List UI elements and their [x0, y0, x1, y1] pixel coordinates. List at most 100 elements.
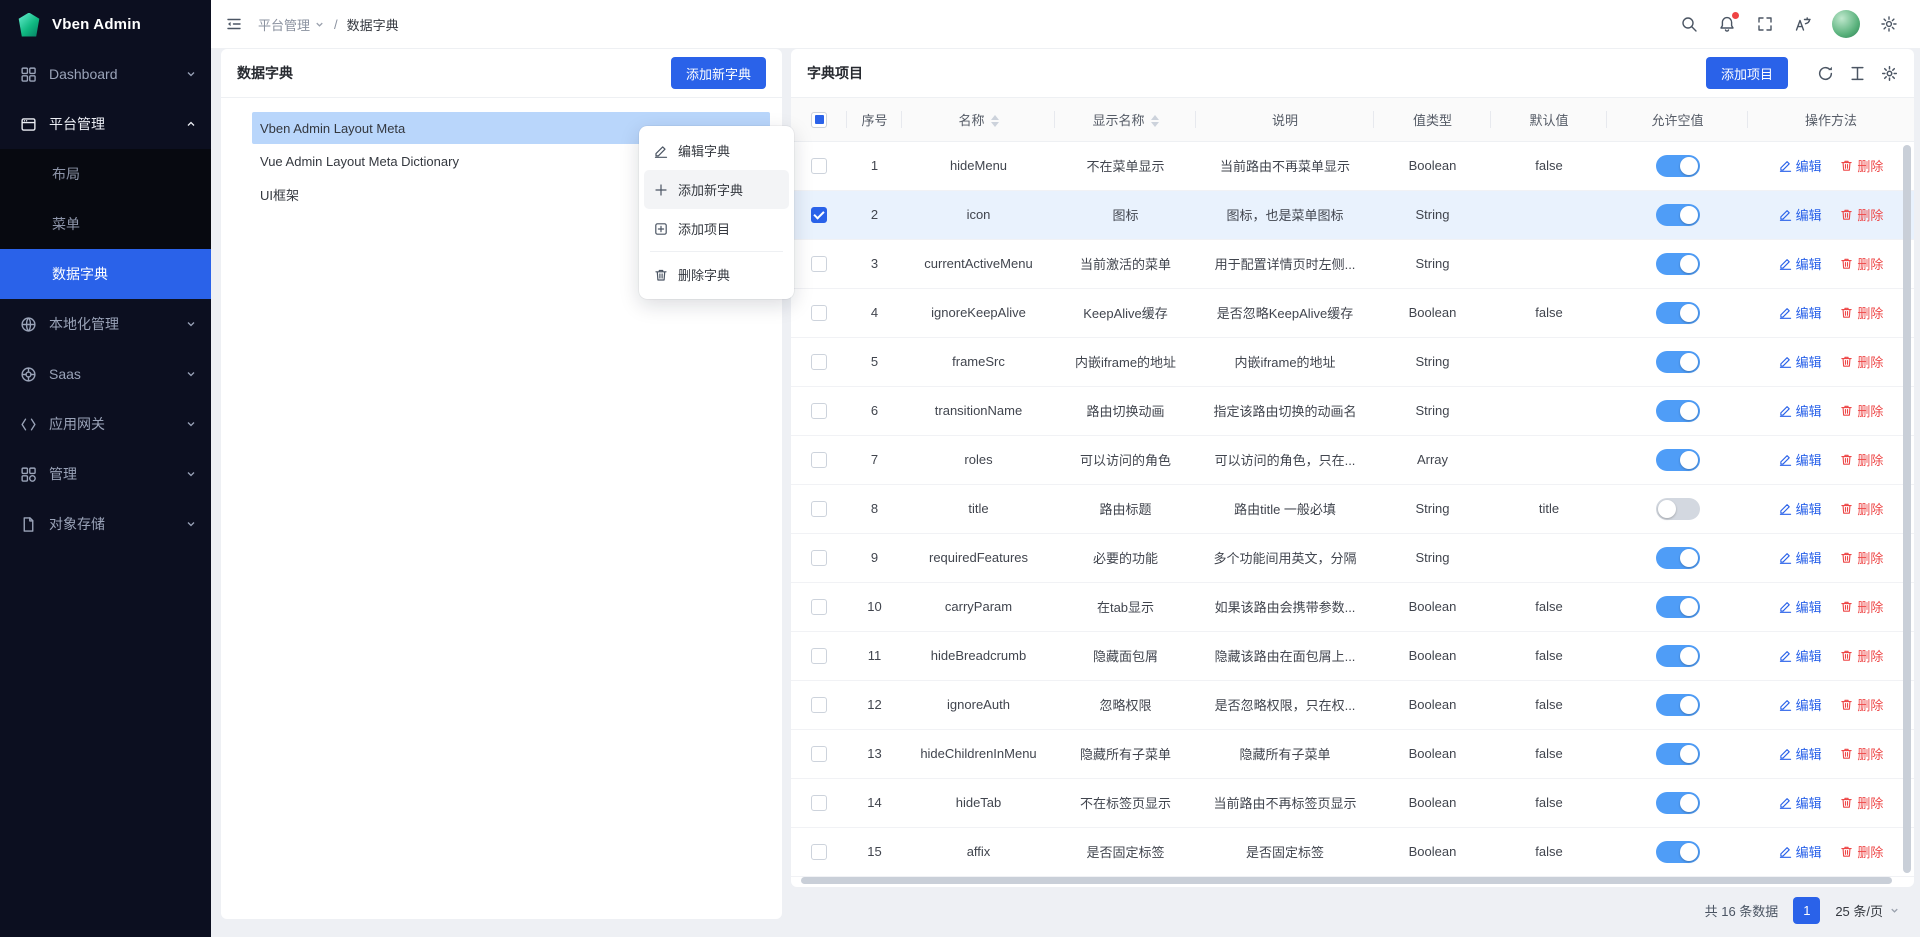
- edit-button[interactable]: 编辑: [1779, 597, 1822, 616]
- row-checkbox[interactable]: [811, 599, 827, 615]
- delete-button[interactable]: 删除: [1840, 548, 1883, 567]
- delete-button[interactable]: 删除: [1840, 597, 1883, 616]
- search-icon[interactable]: [1680, 15, 1698, 33]
- breadcrumb-parent[interactable]: 平台管理: [258, 15, 325, 34]
- column-header-name[interactable]: 名称: [902, 98, 1055, 141]
- row-checkbox[interactable]: [811, 501, 827, 517]
- row-checkbox[interactable]: [811, 648, 827, 664]
- row-checkbox[interactable]: [811, 305, 827, 321]
- allow-empty-toggle[interactable]: [1656, 694, 1700, 716]
- context-menu-item-2[interactable]: 添加项目: [644, 209, 789, 248]
- app-logo[interactable]: Vben Admin: [0, 0, 211, 49]
- allow-empty-toggle[interactable]: [1656, 351, 1700, 373]
- allow-empty-toggle[interactable]: [1656, 449, 1700, 471]
- horizontal-scrollbar[interactable]: [801, 877, 1892, 884]
- context-menu-item-3[interactable]: 删除字典: [644, 255, 789, 294]
- delete-button[interactable]: 删除: [1840, 744, 1883, 763]
- vertical-scrollbar[interactable]: [1903, 145, 1911, 873]
- delete-button[interactable]: 删除: [1840, 450, 1883, 469]
- allow-empty-toggle[interactable]: [1656, 645, 1700, 667]
- delete-button[interactable]: 删除: [1840, 401, 1883, 420]
- row-checkbox[interactable]: [811, 354, 827, 370]
- notification-icon[interactable]: [1718, 15, 1736, 33]
- delete-button[interactable]: 删除: [1840, 303, 1883, 322]
- cell-default-value: false: [1491, 582, 1607, 631]
- allow-empty-toggle[interactable]: [1656, 155, 1700, 177]
- allow-empty-toggle[interactable]: [1656, 547, 1700, 569]
- edit-button[interactable]: 编辑: [1779, 793, 1822, 812]
- row-checkbox[interactable]: [811, 550, 827, 566]
- row-checkbox[interactable]: [811, 403, 827, 419]
- delete-button[interactable]: 删除: [1840, 254, 1883, 273]
- allow-empty-toggle[interactable]: [1656, 253, 1700, 275]
- edit-button[interactable]: 编辑: [1779, 450, 1822, 469]
- delete-button[interactable]: 删除: [1840, 156, 1883, 175]
- edit-button[interactable]: 编辑: [1779, 646, 1822, 665]
- avatar[interactable]: [1832, 10, 1860, 38]
- allow-empty-toggle[interactable]: [1656, 204, 1700, 226]
- sidebar-item-8[interactable]: 管理: [0, 449, 211, 499]
- edit-button[interactable]: 编辑: [1779, 205, 1822, 224]
- sidebar-item-3[interactable]: 菜单: [0, 199, 211, 249]
- edit-button[interactable]: 编辑: [1779, 548, 1822, 567]
- row-checkbox[interactable]: [811, 207, 827, 223]
- delete-button[interactable]: 删除: [1840, 205, 1883, 224]
- allow-empty-toggle[interactable]: [1656, 400, 1700, 422]
- row-checkbox[interactable]: [811, 795, 827, 811]
- column-height-icon[interactable]: [1849, 65, 1866, 82]
- column-header-display-name[interactable]: 显示名称: [1055, 98, 1196, 141]
- allow-empty-toggle[interactable]: [1656, 596, 1700, 618]
- gateway-icon: [20, 416, 37, 433]
- row-checkbox[interactable]: [811, 844, 827, 860]
- row-checkbox[interactable]: [811, 697, 827, 713]
- items-panel-title: 字典项目: [807, 63, 863, 83]
- delete-button[interactable]: 删除: [1840, 499, 1883, 518]
- context-menu-item-0[interactable]: 编辑字典: [644, 131, 789, 170]
- edit-icon: [1779, 355, 1792, 368]
- edit-button[interactable]: 编辑: [1779, 744, 1822, 763]
- edit-button[interactable]: 编辑: [1779, 303, 1822, 322]
- sidebar-item-9[interactable]: 对象存储: [0, 499, 211, 549]
- delete-button[interactable]: 删除: [1840, 695, 1883, 714]
- table-settings-icon[interactable]: [1881, 65, 1898, 82]
- edit-button[interactable]: 编辑: [1779, 401, 1822, 420]
- delete-button[interactable]: 删除: [1840, 842, 1883, 861]
- cell-default-value: false: [1491, 631, 1607, 680]
- edit-button[interactable]: 编辑: [1779, 695, 1822, 714]
- row-checkbox[interactable]: [811, 158, 827, 174]
- page-1-button[interactable]: 1: [1793, 897, 1820, 924]
- edit-button[interactable]: 编辑: [1779, 254, 1822, 273]
- context-menu-item-1[interactable]: 添加新字典: [644, 170, 789, 209]
- sidebar-item-2[interactable]: 布局: [0, 149, 211, 199]
- delete-button[interactable]: 删除: [1840, 352, 1883, 371]
- edit-button[interactable]: 编辑: [1779, 352, 1822, 371]
- sidebar-item-7[interactable]: 应用网关: [0, 399, 211, 449]
- allow-empty-toggle[interactable]: [1656, 498, 1700, 520]
- sidebar-item-1[interactable]: 平台管理: [0, 99, 211, 149]
- edit-button[interactable]: 编辑: [1779, 156, 1822, 175]
- delete-button[interactable]: 删除: [1840, 646, 1883, 665]
- add-item-button[interactable]: 添加项目: [1706, 57, 1788, 89]
- row-checkbox[interactable]: [811, 256, 827, 272]
- edit-button[interactable]: 编辑: [1779, 842, 1822, 861]
- row-checkbox[interactable]: [811, 452, 827, 468]
- sidebar-item-6[interactable]: Saas: [0, 349, 211, 399]
- allow-empty-toggle[interactable]: [1656, 302, 1700, 324]
- allow-empty-toggle[interactable]: [1656, 792, 1700, 814]
- delete-button[interactable]: 删除: [1840, 793, 1883, 812]
- fullscreen-icon[interactable]: [1756, 15, 1774, 33]
- select-all-checkbox[interactable]: [811, 112, 827, 128]
- page-size-select[interactable]: 25 条/页: [1835, 901, 1900, 920]
- sidebar-item-4[interactable]: 数据字典: [0, 249, 211, 299]
- refresh-icon[interactable]: [1817, 65, 1834, 82]
- sidebar-item-0[interactable]: Dashboard: [0, 49, 211, 99]
- row-checkbox[interactable]: [811, 746, 827, 762]
- allow-empty-toggle[interactable]: [1656, 743, 1700, 765]
- edit-button[interactable]: 编辑: [1779, 499, 1822, 518]
- add-dict-button[interactable]: 添加新字典: [671, 57, 766, 89]
- menu-fold-icon[interactable]: [225, 15, 243, 33]
- settings-icon[interactable]: [1880, 15, 1898, 33]
- allow-empty-toggle[interactable]: [1656, 841, 1700, 863]
- sidebar-item-5[interactable]: 本地化管理: [0, 299, 211, 349]
- translate-icon[interactable]: [1794, 15, 1812, 33]
